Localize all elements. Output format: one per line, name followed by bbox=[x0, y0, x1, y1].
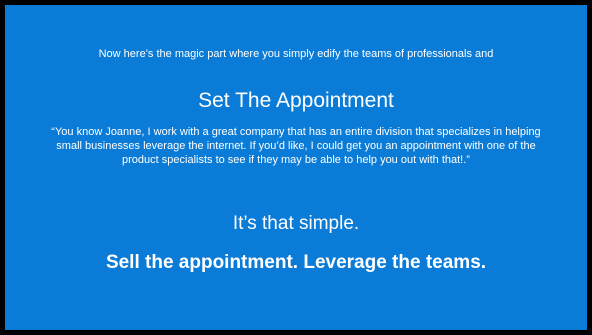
simple-statement: It’s that simple. bbox=[232, 213, 360, 234]
tagline: Sell the appointment. Leverage the teams… bbox=[105, 252, 487, 273]
quote-text: “You know Joanne, I work with a great co… bbox=[51, 126, 541, 166]
slide-heading: Set The Appointment bbox=[198, 89, 394, 112]
presentation-slide: Now here’s the magic part where you simp… bbox=[5, 5, 587, 330]
intro-text: Now here’s the magic part where you simp… bbox=[98, 48, 494, 60]
